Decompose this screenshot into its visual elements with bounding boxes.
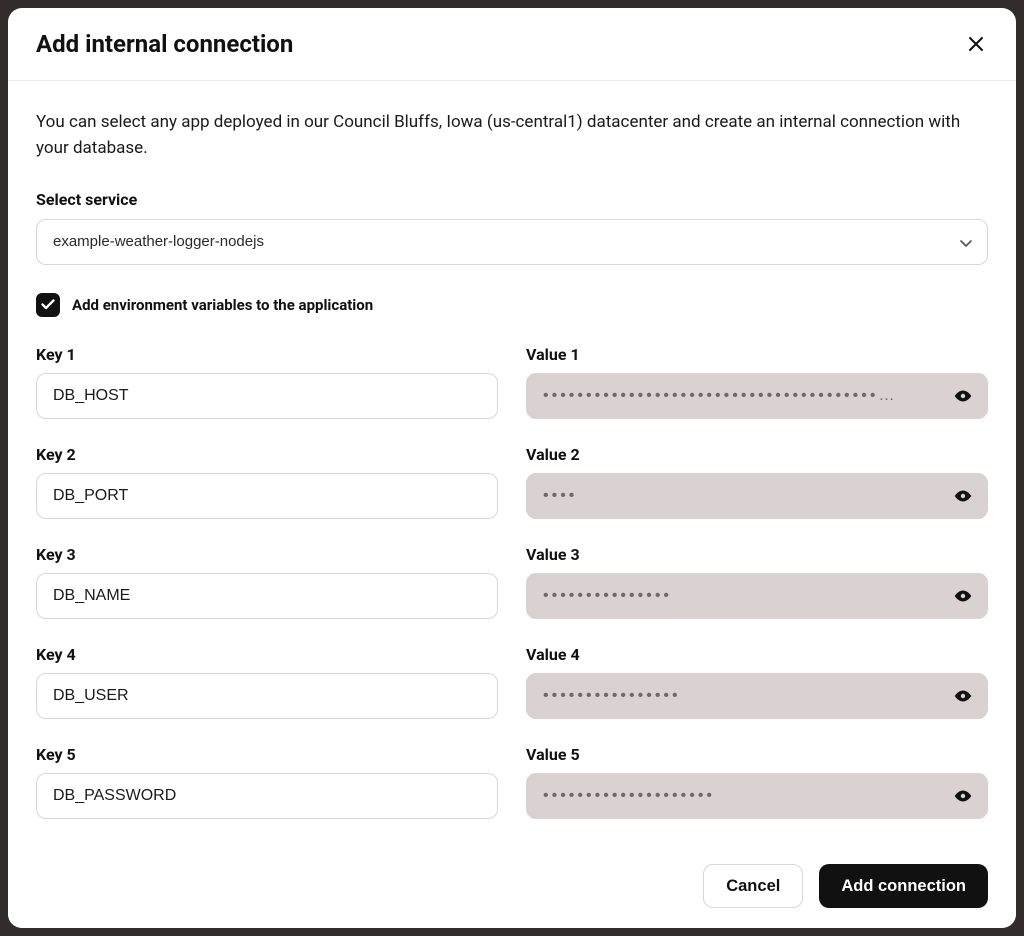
reveal-button[interactable] <box>950 586 976 606</box>
value-input[interactable] <box>526 573 988 619</box>
select-service[interactable]: example-weather-logger-nodejs <box>36 219 988 265</box>
reveal-button[interactable] <box>950 786 976 806</box>
eye-icon <box>954 690 972 702</box>
key-input[interactable] <box>36 473 498 519</box>
reveal-button[interactable] <box>950 686 976 706</box>
value-label: Value 1 <box>526 345 988 364</box>
dialog-footer: Cancel Add connection <box>8 848 1016 928</box>
cancel-button[interactable]: Cancel <box>703 864 803 908</box>
eye-icon <box>954 490 972 502</box>
key-label: Key 2 <box>36 445 498 464</box>
value-input[interactable] <box>526 673 988 719</box>
select-service-label: Select service <box>36 190 988 209</box>
intro-text: You can select any app deployed in our C… <box>36 109 988 162</box>
eye-icon <box>954 590 972 602</box>
value-input[interactable] <box>526 373 988 419</box>
env-var-row: Key 2 Value 2 <box>36 445 988 519</box>
close-button[interactable] <box>964 32 988 56</box>
dialog-add-internal-connection: Add internal connection You can select a… <box>8 8 1016 928</box>
key-label: Key 3 <box>36 545 498 564</box>
close-icon <box>968 36 984 52</box>
check-icon <box>41 299 55 310</box>
select-service-wrap: example-weather-logger-nodejs <box>36 219 988 265</box>
dialog-header: Add internal connection <box>8 8 1016 81</box>
checkbox-row: Add environment variables to the applica… <box>36 293 988 317</box>
value-label: Value 4 <box>526 645 988 664</box>
key-label: Key 5 <box>36 745 498 764</box>
eye-icon <box>954 390 972 402</box>
dialog-title: Add internal connection <box>36 30 293 58</box>
key-input[interactable] <box>36 573 498 619</box>
dialog-body: You can select any app deployed in our C… <box>8 81 1016 848</box>
reveal-button[interactable] <box>950 386 976 406</box>
value-label: Value 5 <box>526 745 988 764</box>
value-label: Value 3 <box>526 545 988 564</box>
env-var-row: Key 1 Value 1 <box>36 345 988 419</box>
value-input[interactable] <box>526 773 988 819</box>
key-input[interactable] <box>36 773 498 819</box>
env-var-row: Key 3 Value 3 <box>36 545 988 619</box>
key-input[interactable] <box>36 373 498 419</box>
env-var-row: Key 4 Value 4 <box>36 645 988 719</box>
env-vars-list: Key 1 Value 1 <box>36 345 988 819</box>
add-connection-button[interactable]: Add connection <box>819 864 988 908</box>
key-label: Key 4 <box>36 645 498 664</box>
value-label: Value 2 <box>526 445 988 464</box>
value-input[interactable] <box>526 473 988 519</box>
env-var-row: Key 5 Value 5 <box>36 745 988 819</box>
eye-icon <box>954 790 972 802</box>
key-input[interactable] <box>36 673 498 719</box>
reveal-button[interactable] <box>950 486 976 506</box>
add-env-vars-checkbox[interactable] <box>36 293 60 317</box>
key-label: Key 1 <box>36 345 498 364</box>
add-env-vars-label: Add environment variables to the applica… <box>72 296 373 314</box>
